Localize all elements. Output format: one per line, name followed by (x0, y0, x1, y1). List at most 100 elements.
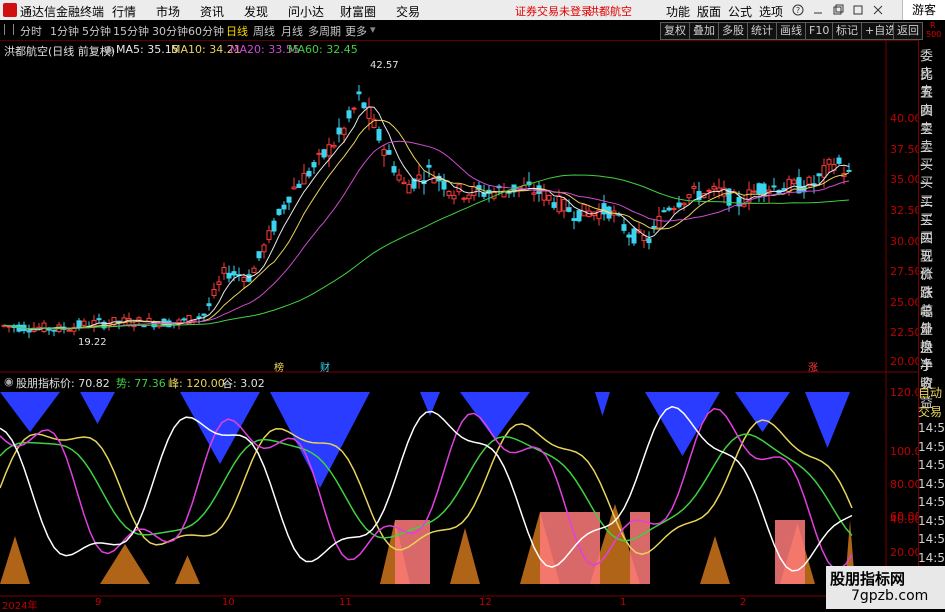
candle-body (396, 174, 402, 181)
multi-stock-button[interactable]: 多股 (718, 22, 748, 40)
candle-body (646, 238, 652, 244)
indicator-toggle-icon[interactable]: ◉ (4, 375, 14, 388)
candle-body (241, 276, 247, 282)
panel-r-label: R (930, 21, 936, 30)
close-icon[interactable] (872, 4, 884, 16)
svg-text:?: ? (796, 6, 800, 15)
quote-panel-time: 自动 (918, 386, 943, 400)
period-daily[interactable]: 日线 (226, 23, 248, 39)
candle-body (276, 208, 282, 215)
date-label: 9 (95, 597, 102, 608)
candle-body (621, 224, 627, 231)
candle-body (221, 267, 227, 274)
period-15min[interactable]: 15分钟 (113, 23, 149, 39)
candle-body (676, 202, 682, 208)
menu-gongneng[interactable]: 功能 (666, 3, 690, 20)
stats-button[interactable]: 统计 (747, 22, 777, 40)
candle-body (286, 196, 292, 203)
period-60min[interactable]: 60分钟 (188, 23, 224, 39)
more-chevron-icon[interactable]: ▾ (370, 23, 376, 36)
maximize-icon[interactable] (852, 4, 864, 16)
candlestick-series (1, 84, 852, 339)
mark-button[interactable]: 标记 (832, 22, 862, 40)
candle-body (391, 166, 397, 173)
cai-marker[interactable]: 财 (320, 359, 330, 374)
menu-faxian[interactable]: 发现 (244, 3, 268, 20)
watermark-url: 7gpzb.com (851, 588, 929, 604)
candle-body (301, 172, 307, 185)
back-button[interactable]: 返回 (893, 22, 923, 40)
menu-xuanxiang[interactable]: 选项 (759, 3, 783, 20)
candle-body (206, 303, 212, 307)
menu-caifuquan[interactable]: 财富圈 (340, 3, 376, 20)
candle-body (796, 177, 802, 194)
kline-chart[interactable] (0, 40, 918, 609)
indicator-pane (0, 392, 855, 584)
quote-panel-time: 14:56 (918, 476, 945, 491)
date-label: 10 (222, 597, 235, 608)
period-fenshi[interactable]: 分时 (20, 23, 42, 39)
candle-body (556, 195, 562, 213)
menu-shichang[interactable]: 市场 (156, 3, 180, 20)
candle-body (661, 210, 667, 213)
period-weekly[interactable]: 周线 (253, 23, 275, 39)
fuquan-button[interactable]: 复权 (660, 22, 690, 40)
date-label: 12 (479, 597, 492, 608)
help-icon[interactable]: ? (792, 4, 804, 16)
candle-body (601, 203, 607, 215)
candle-body (311, 162, 317, 168)
candle-body (256, 251, 262, 259)
period-multi[interactable]: 多周期 (308, 23, 341, 39)
menu-banmian[interactable]: 版面 (697, 3, 721, 20)
zhang-marker[interactable]: 涨 (808, 359, 818, 374)
menu-jiaoyi[interactable]: 交易 (396, 3, 420, 20)
overlay-button[interactable]: 叠加 (689, 22, 719, 40)
date-label: 2024年 (2, 601, 38, 612)
candle-body (251, 267, 257, 273)
candle-body (656, 215, 662, 229)
f10-button[interactable]: F10 (805, 22, 834, 40)
candle-body (471, 186, 477, 196)
menu-hangqing[interactable]: 行情 (112, 3, 136, 20)
menu-wenxiaoda[interactable]: 问小达 (288, 3, 324, 20)
current-stock: 洪都航空 (588, 5, 632, 18)
stock-label[interactable]: 洪都航空(日线 前复权) (4, 43, 115, 59)
peak-area (805, 392, 850, 448)
candle-body (66, 329, 72, 332)
candle-body (786, 178, 792, 193)
candle-body (671, 208, 677, 211)
login-notice[interactable]: 证券交易未登录 (515, 3, 592, 19)
ma20-line (3, 140, 850, 330)
candle-body (406, 184, 412, 194)
low-price-label: 19.22 (78, 337, 107, 348)
legend-toggle-icon[interactable]: ◉ (104, 43, 114, 56)
period-more[interactable]: 更多 (345, 23, 367, 39)
candle-body (231, 271, 237, 276)
guest-button[interactable]: 游客 (902, 0, 945, 20)
restore-icon[interactable] (832, 4, 844, 16)
candle-body (341, 127, 347, 135)
period-1min[interactable]: 1分钟 (50, 23, 79, 39)
bang-marker[interactable]: 榜 (274, 359, 284, 374)
candle-body (561, 199, 567, 212)
indicator-name[interactable]: 股朋指标 (16, 375, 60, 391)
candle-body (26, 330, 32, 333)
candle-body (136, 317, 142, 321)
candle-body (361, 102, 367, 109)
menu-gongshi[interactable]: 公式 (728, 3, 752, 20)
period-monthly[interactable]: 月线 (281, 23, 303, 39)
peak-area (460, 392, 530, 440)
candle-body (336, 127, 342, 135)
title-bar: 通达信金融终端 行情 市场 资讯 发现 问小达 财富圈 交易 证券交易未登录 洪… (0, 0, 945, 20)
candle-body (756, 183, 762, 194)
menu-zixun[interactable]: 资讯 (200, 3, 224, 20)
valley-area (700, 536, 730, 584)
period-30min[interactable]: 30分钟 (152, 23, 188, 39)
ma60-legend: MA60: 32.45 (288, 43, 358, 56)
candle-body (791, 179, 797, 185)
minimize-icon[interactable] (812, 4, 824, 16)
period-5min[interactable]: 5分钟 (82, 23, 111, 39)
draw-line-button[interactable]: 画线 (776, 22, 806, 40)
candle-body (846, 169, 852, 172)
candle-body (816, 173, 822, 177)
